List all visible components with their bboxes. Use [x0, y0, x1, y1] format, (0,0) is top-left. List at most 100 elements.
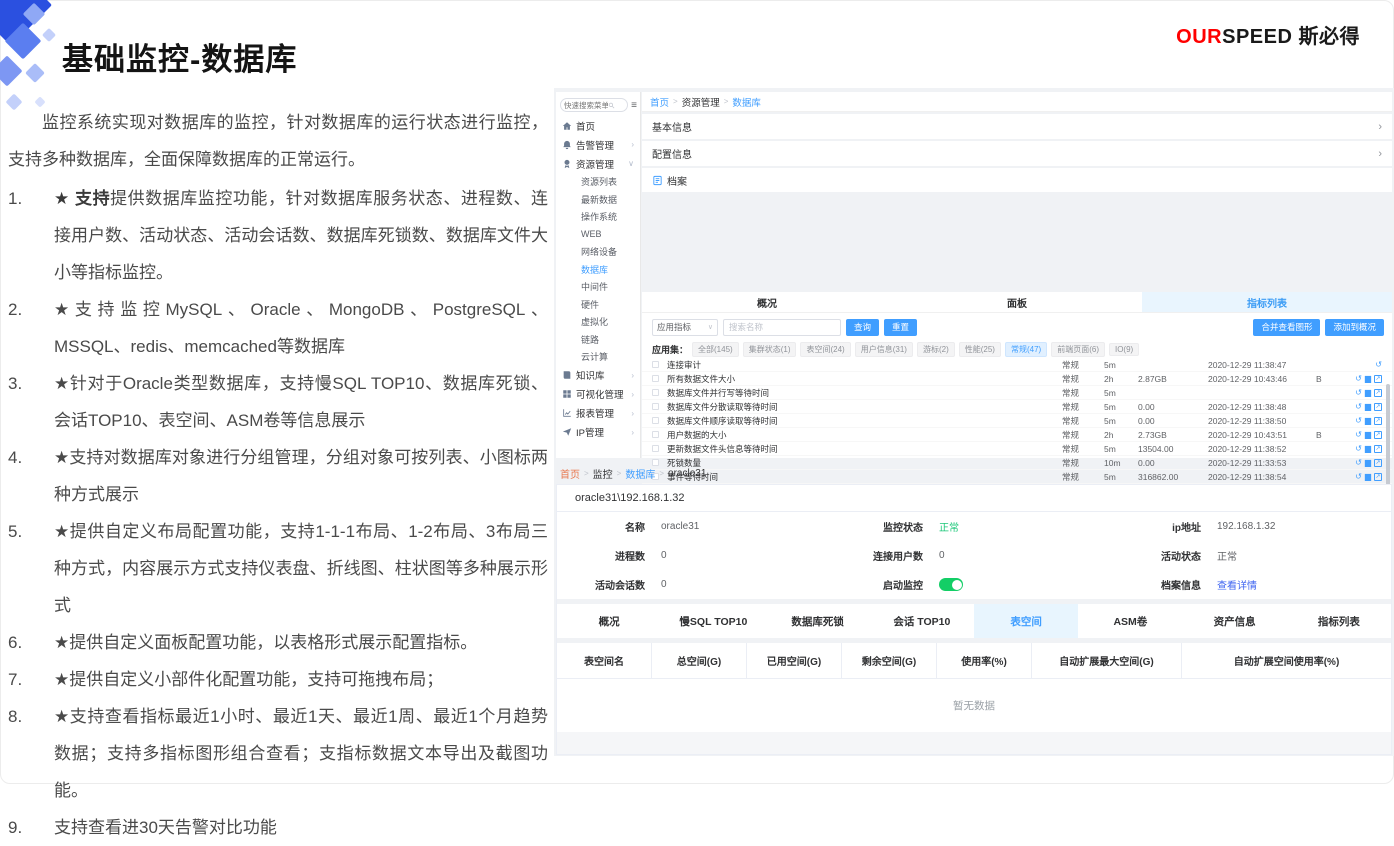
chip-all[interactable]: 全部(145)	[692, 342, 739, 357]
chart-icon[interactable]: ▆	[1365, 445, 1371, 453]
section-basic-info[interactable]: 基本信息 ›	[642, 114, 1392, 139]
history-icon[interactable]: ↺	[1355, 403, 1362, 411]
external-link-icon[interactable]: ↗	[1374, 431, 1382, 439]
row-checkbox[interactable]	[652, 403, 659, 410]
sidebar-item-network-device[interactable]: 网络设备	[556, 243, 640, 261]
sidebar-item-cloud[interactable]: 云计算	[556, 348, 640, 366]
sidebar-search-input[interactable]	[564, 101, 608, 110]
external-link-icon[interactable]: ↗	[1374, 389, 1382, 397]
sidebar-item-database[interactable]: 数据库	[556, 261, 640, 279]
deco-diamond	[42, 28, 56, 42]
sidebar-item-link[interactable]: 链路	[556, 331, 640, 349]
metric-name: 更新数据文件头信息等待时间	[667, 443, 1062, 455]
sidebar-item-virtualization[interactable]: 虚拟化	[556, 313, 640, 331]
sidebar-item-ip[interactable]: IP管理 ›	[556, 423, 640, 442]
breadcrumb-database[interactable]: 数据库	[625, 466, 655, 481]
info-active-sessions: 活动会话数0	[557, 570, 835, 599]
chevron-right-icon: ›	[631, 390, 636, 399]
info-value: oracle31	[661, 521, 699, 532]
breadcrumb-home[interactable]: 首页	[560, 466, 580, 481]
sidebar-item-web[interactable]: WEB	[556, 226, 640, 244]
add-to-overview-button[interactable]: 添加到概况	[1325, 319, 1384, 336]
external-link-icon[interactable]: ↗	[1374, 375, 1382, 383]
tab-asset-info[interactable]: 资产信息	[1183, 604, 1287, 638]
chart-icon[interactable]: ▆	[1365, 375, 1371, 383]
chip-cluster[interactable]: 集群状态(1)	[743, 342, 797, 357]
row-checkbox[interactable]	[652, 375, 659, 382]
row-checkbox[interactable]	[652, 361, 659, 368]
sidebar-item-home[interactable]: 首页	[556, 116, 640, 135]
merge-view-button[interactable]: 合并查看图形	[1253, 319, 1320, 336]
sidebar-item-visualization[interactable]: 可视化管理 ›	[556, 385, 640, 404]
breadcrumb-home[interactable]: 首页	[650, 95, 669, 109]
tab-metric-list[interactable]: 指标列表	[1287, 604, 1391, 638]
tab-session-top10[interactable]: 会话 TOP10	[870, 604, 974, 638]
history-icon[interactable]: ↺	[1355, 431, 1362, 439]
history-icon[interactable]: ↺	[1355, 417, 1362, 425]
query-button[interactable]: 查询	[846, 319, 879, 336]
chip-io[interactable]: IO(9)	[1109, 343, 1139, 356]
row-checkbox[interactable]	[652, 445, 659, 452]
status-badge: 正常	[939, 519, 959, 534]
history-icon[interactable]: ↺	[1355, 389, 1362, 397]
sidebar-item-latest-data[interactable]: 最新数据	[556, 191, 640, 209]
history-icon[interactable]: ↺	[1375, 361, 1382, 369]
chip-performance[interactable]: 性能(25)	[959, 342, 1001, 357]
chip-tablespace[interactable]: 表空间(24)	[800, 342, 850, 357]
chip-cursor[interactable]: 游标(2)	[917, 342, 955, 357]
chevron-right-icon: ›	[631, 371, 636, 380]
reset-button[interactable]: 重置	[884, 319, 917, 336]
chart-icon[interactable]: ▆	[1365, 417, 1371, 425]
column-header: 已用空间(G)	[747, 643, 842, 678]
metric-interval: 5m	[1104, 444, 1138, 454]
row-checkbox[interactable]	[652, 389, 659, 396]
chip-frontend[interactable]: 前端页面(6)	[1051, 342, 1105, 357]
history-icon[interactable]: ↺	[1355, 445, 1362, 453]
tab-panel[interactable]: 面板	[892, 292, 1142, 312]
breadcrumb-database[interactable]: 数据库	[732, 95, 761, 109]
feature-item: 3.★针对于Oracle类型数据库，支持慢SQL TOP10、数据库死锁、会话T…	[8, 365, 548, 439]
sidebar-item-hardware[interactable]: 硬件	[556, 296, 640, 314]
view-details-link[interactable]: 查看详情	[1217, 577, 1257, 592]
hamburger-menu-icon[interactable]: ≡	[631, 100, 637, 111]
external-link-icon[interactable]: ↗	[1374, 403, 1382, 411]
sidebar-item-middleware[interactable]: 中间件	[556, 278, 640, 296]
tab-slow-sql[interactable]: 慢SQL TOP10	[661, 604, 765, 638]
sidebar-item-reports[interactable]: 报表管理 ›	[556, 404, 640, 423]
chart-icon[interactable]: ▆	[1365, 389, 1371, 397]
chip-regular[interactable]: 常规(47)	[1005, 342, 1047, 357]
external-link-icon[interactable]: ↗	[1374, 445, 1382, 453]
breadcrumb-separator: >	[724, 97, 729, 106]
feature-item: 7.★提供自定义小部件化配置功能，支持可拖拽布局；	[8, 661, 548, 698]
section-config-info[interactable]: 配置信息 ›	[642, 141, 1392, 166]
history-icon[interactable]: ↺	[1355, 375, 1362, 383]
chart-icon[interactable]: ▆	[1365, 403, 1371, 411]
sidebar-item-label: 网络设备	[581, 245, 617, 258]
tab-asm[interactable]: ASM卷	[1078, 604, 1182, 638]
tab-overview[interactable]: 概况	[557, 604, 661, 638]
tab-tablespace[interactable]: 表空间	[974, 604, 1078, 638]
metric-interval: 5m	[1104, 360, 1138, 370]
chip-userinfo[interactable]: 用户信息(31)	[855, 342, 913, 357]
row-checkbox[interactable]	[652, 417, 659, 424]
sidebar-item-os[interactable]: 操作系统	[556, 208, 640, 226]
chart-icon[interactable]: ▆	[1365, 431, 1371, 439]
row-checkbox[interactable]	[652, 431, 659, 438]
breadcrumb-monitor[interactable]: 监控	[593, 466, 613, 481]
tab-metric-list[interactable]: 指标列表	[1142, 292, 1392, 312]
metric-search-input[interactable]	[723, 319, 841, 336]
sidebar-item-alerts[interactable]: 告警管理 ›	[556, 135, 640, 154]
sidebar-item-resources[interactable]: 资源管理 ∨	[556, 154, 640, 173]
metric-type-select[interactable]: 应用指标 ∨	[652, 319, 718, 336]
breadcrumb-instance[interactable]: oracle31	[668, 468, 706, 479]
tab-deadlock[interactable]: 数据库死锁	[766, 604, 870, 638]
sidebar-item-knowledge[interactable]: 知识库 ›	[556, 366, 640, 385]
breadcrumb-resources[interactable]: 资源管理	[682, 95, 720, 109]
section-archive[interactable]: 档案	[642, 168, 1392, 192]
external-link-icon[interactable]: ↗	[1374, 417, 1382, 425]
sidebar-item-resource-list[interactable]: 资源列表	[556, 173, 640, 191]
tab-overview[interactable]: 概况	[642, 292, 892, 312]
feature-text: ★提供自定义面板配置功能，以表格形式展示配置指标。	[54, 624, 548, 661]
monitor-toggle[interactable]	[939, 578, 963, 591]
breadcrumb: 首页 > 资源管理 > 数据库	[642, 92, 1392, 112]
